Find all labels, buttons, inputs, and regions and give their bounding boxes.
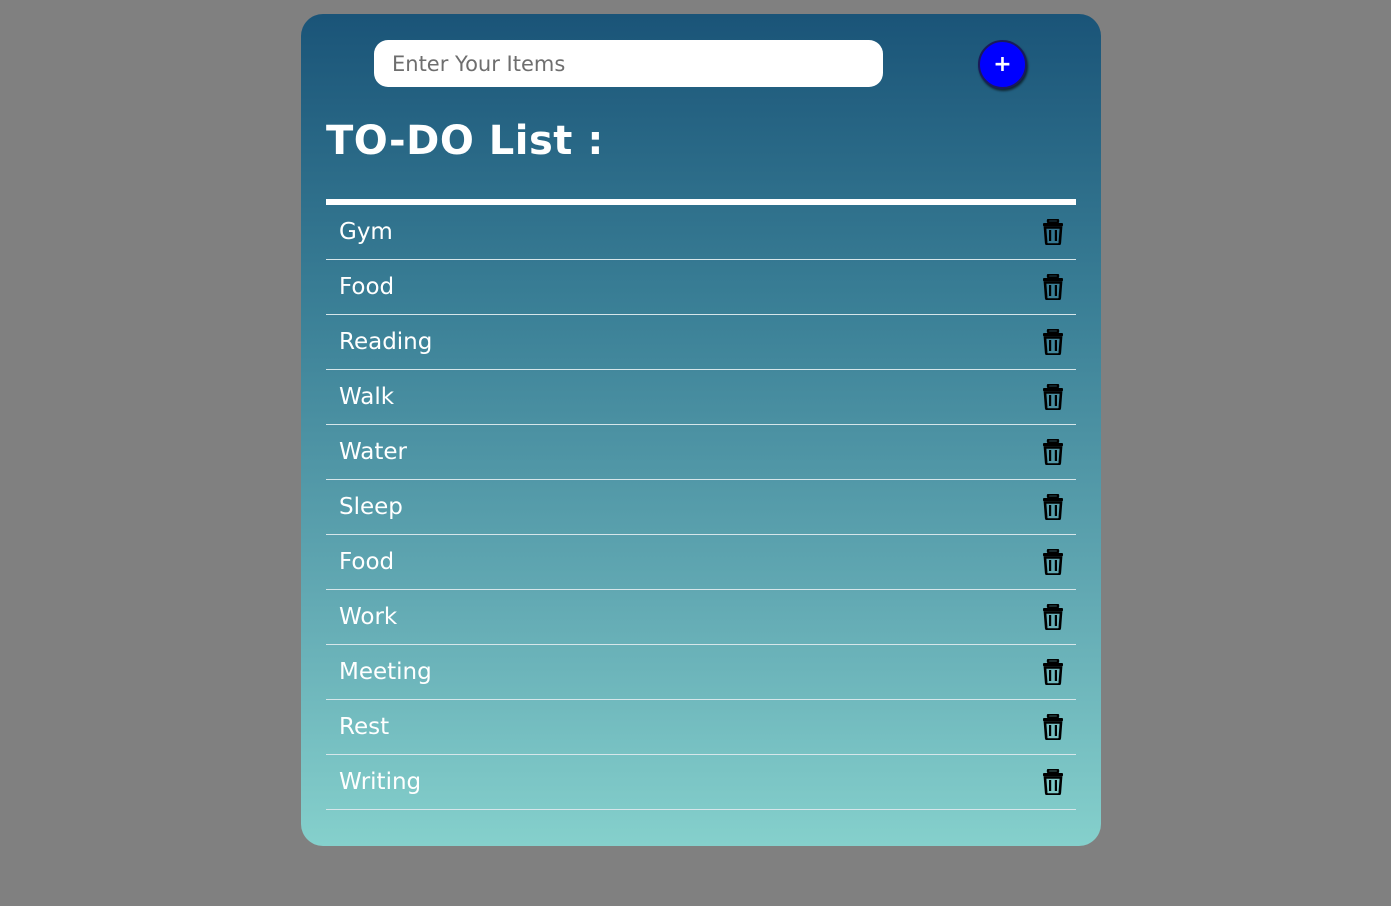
trash-icon[interactable]: [1042, 328, 1064, 356]
todo-list: Gym Food Reading Walk Water Sleep Food Work Meet…: [326, 205, 1076, 810]
trash-icon[interactable]: [1042, 493, 1064, 521]
list-item: Gym: [326, 205, 1076, 260]
trash-icon[interactable]: [1042, 768, 1064, 796]
list-item-label: Work: [339, 604, 398, 630]
list-item: Meeting: [326, 645, 1076, 700]
list-item: Walk: [326, 370, 1076, 425]
list-item-label: Walk: [339, 384, 395, 410]
todo-card: + TO-DO List : Gym Food Reading Walk Water Sl…: [301, 14, 1101, 846]
trash-icon[interactable]: [1042, 273, 1064, 301]
item-input[interactable]: [374, 40, 883, 87]
list-item-label: Water: [339, 439, 407, 465]
list-item: Water: [326, 425, 1076, 480]
trash-icon[interactable]: [1042, 658, 1064, 686]
list-item: Rest: [326, 700, 1076, 755]
page-title: TO-DO List :: [326, 118, 604, 164]
list-item-label: Rest: [339, 714, 390, 740]
list-item: Food: [326, 535, 1076, 590]
trash-icon[interactable]: [1042, 438, 1064, 466]
list-item: Food: [326, 260, 1076, 315]
list-item: Reading: [326, 315, 1076, 370]
list-item-label: Writing: [339, 769, 422, 795]
trash-icon[interactable]: [1042, 218, 1064, 246]
trash-icon[interactable]: [1042, 713, 1064, 741]
list-item: Sleep: [326, 480, 1076, 535]
list-item-label: Sleep: [339, 494, 403, 520]
list-item-label: Meeting: [339, 659, 432, 685]
list-item: Work: [326, 590, 1076, 645]
list-item: Writing: [326, 755, 1076, 810]
trash-icon[interactable]: [1042, 603, 1064, 631]
list-item-label: Reading: [339, 329, 433, 355]
list-item-label: Food: [339, 549, 395, 575]
add-item-button[interactable]: +: [978, 40, 1027, 89]
list-item-label: Gym: [339, 219, 393, 245]
trash-icon[interactable]: [1042, 383, 1064, 411]
trash-icon[interactable]: [1042, 548, 1064, 576]
list-item-label: Food: [339, 274, 395, 300]
